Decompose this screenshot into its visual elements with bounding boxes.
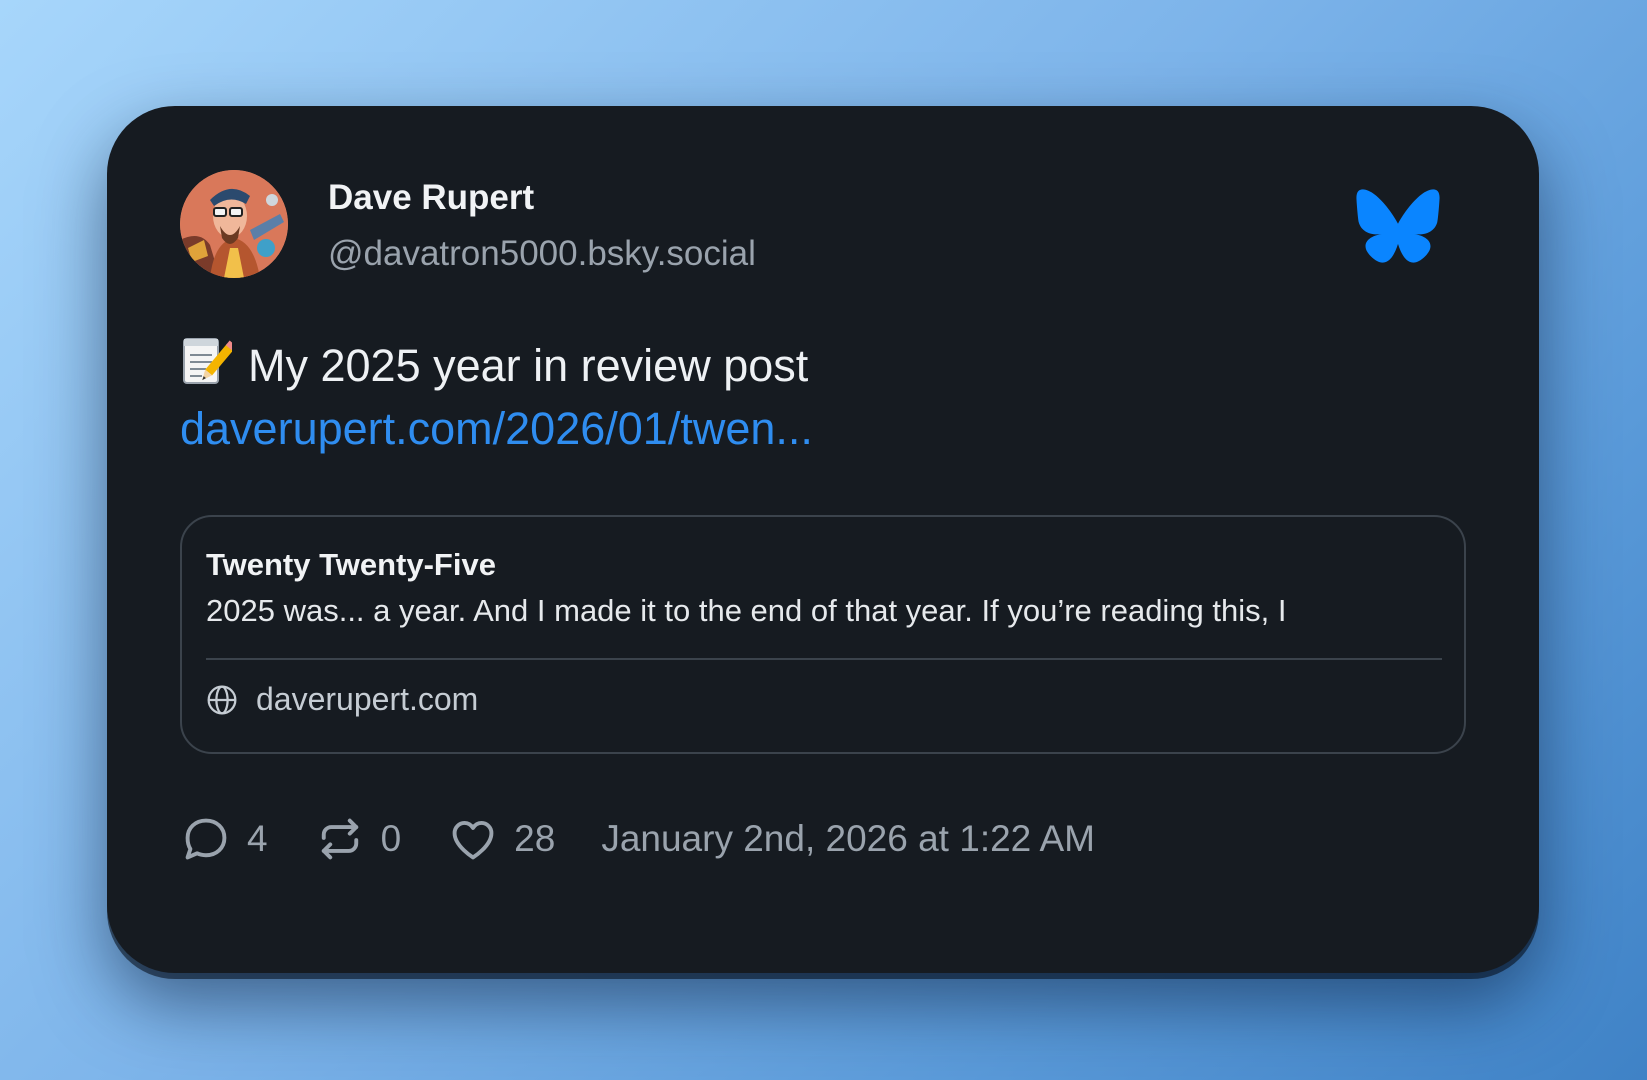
- embed-domain: daverupert.com: [256, 681, 479, 717]
- author-name[interactable]: Dave Rupert: [328, 178, 534, 218]
- reply-bubble-icon: [185, 818, 227, 860]
- post-card[interactable]: Dave Rupert @davatron5000.bsky.social My…: [107, 106, 1539, 973]
- repost-button[interactable]: 0: [314, 813, 402, 865]
- repost-count: 0: [380, 818, 402, 859]
- embed-title: Twenty Twenty-Five: [206, 547, 496, 582]
- avatar[interactable]: [180, 170, 288, 278]
- link-preview-card[interactable]: Twenty Twenty-Five 2025 was... a year. A…: [180, 515, 1466, 754]
- post-actions: 4 0 28 January 2nd, 2026 at 1:22 AM: [180, 811, 1095, 867]
- like-button[interactable]: 28: [447, 813, 555, 865]
- repost-icon: [321, 818, 358, 860]
- post-link[interactable]: daverupert.com/2026/01/twen...: [180, 403, 813, 454]
- embed-domain-row: daverupert.com: [206, 681, 478, 718]
- embed-divider: [206, 658, 1442, 660]
- like-count: 28: [514, 818, 556, 859]
- heart-icon: [452, 821, 494, 860]
- globe-icon: [207, 685, 237, 714]
- post-body-text: My 2025 year in review post: [248, 340, 809, 391]
- memo-icon: [183, 338, 232, 384]
- post-timestamp[interactable]: January 2nd, 2026 at 1:22 AM: [601, 818, 1095, 860]
- reply-button[interactable]: 4: [180, 813, 268, 865]
- embed-description: 2025 was... a year. And I made it to the…: [206, 593, 1287, 628]
- reply-count: 4: [247, 818, 268, 859]
- post-text: My 2025 year in review post daverupert.c…: [180, 334, 1430, 460]
- bluesky-butterfly-icon[interactable]: [1355, 188, 1441, 264]
- avatar-illustration: [180, 170, 288, 278]
- author-handle[interactable]: @davatron5000.bsky.social: [328, 234, 756, 274]
